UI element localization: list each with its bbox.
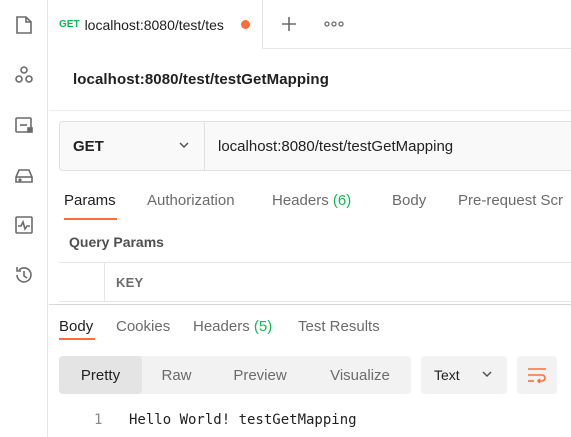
format-select[interactable]: Text	[421, 356, 507, 394]
url-bar: GET localhost:8080/test/testGetMapping	[59, 121, 571, 171]
tab-headers[interactable]: Headers (6)	[272, 192, 351, 209]
method-label: GET	[73, 137, 104, 155]
response-tab-test-results-label: Test Results	[298, 318, 380, 335]
new-tab-button[interactable]	[277, 12, 301, 36]
request-tab-method: GET	[59, 19, 80, 30]
collections-icon[interactable]	[12, 13, 36, 37]
tab-body-label: Body	[392, 192, 427, 209]
tab-strip: GET localhost:8080/test/tes	[49, 0, 571, 49]
divider	[49, 110, 571, 111]
response-tab-headers-count: (5)	[253, 318, 273, 335]
active-tab-indicator	[64, 218, 117, 220]
response-tab-headers-label: Headers	[193, 318, 250, 335]
request-title[interactable]: localhost:8080/test/testGetMapping	[73, 71, 329, 88]
unsaved-dot-icon	[240, 20, 250, 29]
body-view-mode: Pretty Raw Preview Visualize	[59, 356, 411, 394]
params-check-column	[59, 263, 105, 301]
chevron-down-icon	[179, 142, 189, 149]
more-tabs-button[interactable]	[322, 12, 346, 36]
tab-pre-request-label: Pre-request Scr	[458, 192, 564, 209]
tab-params[interactable]: Params	[64, 192, 116, 209]
history-icon[interactable]	[12, 263, 36, 287]
mode-pretty[interactable]: Pretty	[59, 356, 142, 394]
tab-body[interactable]: Body	[392, 192, 426, 209]
response-tab-headers[interactable]: Headers (5)	[193, 318, 272, 335]
params-table: KEY	[59, 262, 571, 302]
request-tab[interactable]: GET localhost:8080/test/tes	[49, 0, 263, 49]
tab-authorization[interactable]: Authorization	[147, 192, 235, 209]
active-response-tab-indicator	[59, 338, 95, 340]
request-tabs: Params Authorization Headers (6) Body Pr…	[49, 180, 571, 222]
format-label: Text	[434, 367, 460, 383]
environments-icon[interactable]	[12, 113, 36, 137]
wrap-lines-icon	[528, 368, 546, 383]
response-body-line[interactable]: Hello World! testGetMapping	[129, 412, 357, 428]
mode-preview[interactable]: Preview	[211, 356, 309, 394]
response-tab-test-results[interactable]: Test Results	[298, 318, 380, 335]
response-divider[interactable]	[49, 304, 571, 305]
sidebar-rail	[0, 0, 48, 437]
mode-raw[interactable]: Raw	[142, 356, 211, 394]
more-horizontal-icon	[324, 21, 344, 27]
tab-params-label: Params	[64, 192, 116, 209]
response-tab-cookies-label: Cookies	[116, 318, 171, 335]
plus-icon	[282, 17, 296, 31]
response-tabs: Body Cookies Headers (5) Test Results	[49, 306, 571, 342]
response-tab-cookies[interactable]: Cookies	[116, 318, 170, 335]
tab-headers-label: Headers	[272, 192, 329, 209]
request-tab-name: localhost:8080/test/tes	[84, 16, 224, 33]
response-tab-body-label: Body	[59, 318, 94, 335]
chevron-down-icon	[482, 371, 492, 378]
mode-visualize[interactable]: Visualize	[309, 356, 411, 394]
apis-icon[interactable]	[12, 63, 36, 87]
line-number: 1	[94, 412, 103, 428]
url-input[interactable]: localhost:8080/test/testGetMapping	[218, 122, 453, 170]
monitors-icon[interactable]	[12, 213, 36, 237]
tab-headers-count: (6)	[332, 192, 352, 209]
mock-servers-icon[interactable]	[12, 163, 36, 187]
tab-authorization-label: Authorization	[147, 192, 235, 209]
response-tab-body[interactable]: Body	[59, 318, 93, 335]
tab-pre-request-script[interactable]: Pre-request Scr	[458, 192, 563, 209]
wrap-lines-button[interactable]	[517, 356, 557, 394]
query-params-title: Query Params	[69, 234, 164, 250]
key-column-header: KEY	[116, 275, 144, 290]
method-select[interactable]: GET	[60, 122, 205, 170]
